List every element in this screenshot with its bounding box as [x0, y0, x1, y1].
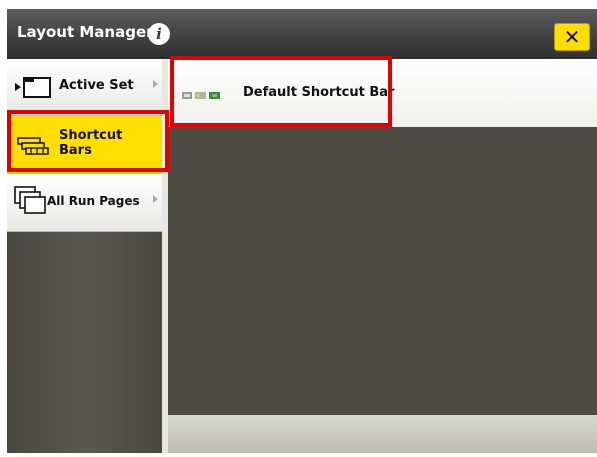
run-pages-icon [14, 186, 46, 214]
close-button[interactable]: ✕ [554, 23, 590, 51]
highlight-default-shortcut-bar [170, 56, 392, 127]
sidebar-item-all-run-pages[interactable]: All Run Pages [7, 174, 162, 232]
highlight-shortcut-bars [7, 110, 169, 172]
layout-manager-window: Layout Manager i ✕ Active Set Shortcut B [7, 9, 597, 453]
active-set-icon [15, 77, 51, 98]
window-title: Layout Manager [17, 23, 154, 41]
info-icon[interactable]: i [148, 23, 170, 45]
sidebar-item-label: All Run Pages [47, 194, 140, 208]
sidebar-item-active-set[interactable]: Active Set [7, 59, 162, 116]
chevron-right-icon [153, 195, 158, 203]
sidebar-item-label: Active Set [59, 78, 134, 93]
chevron-right-icon [153, 80, 158, 88]
title-bar: Layout Manager i ✕ [7, 9, 597, 59]
bottom-bar [168, 415, 597, 453]
